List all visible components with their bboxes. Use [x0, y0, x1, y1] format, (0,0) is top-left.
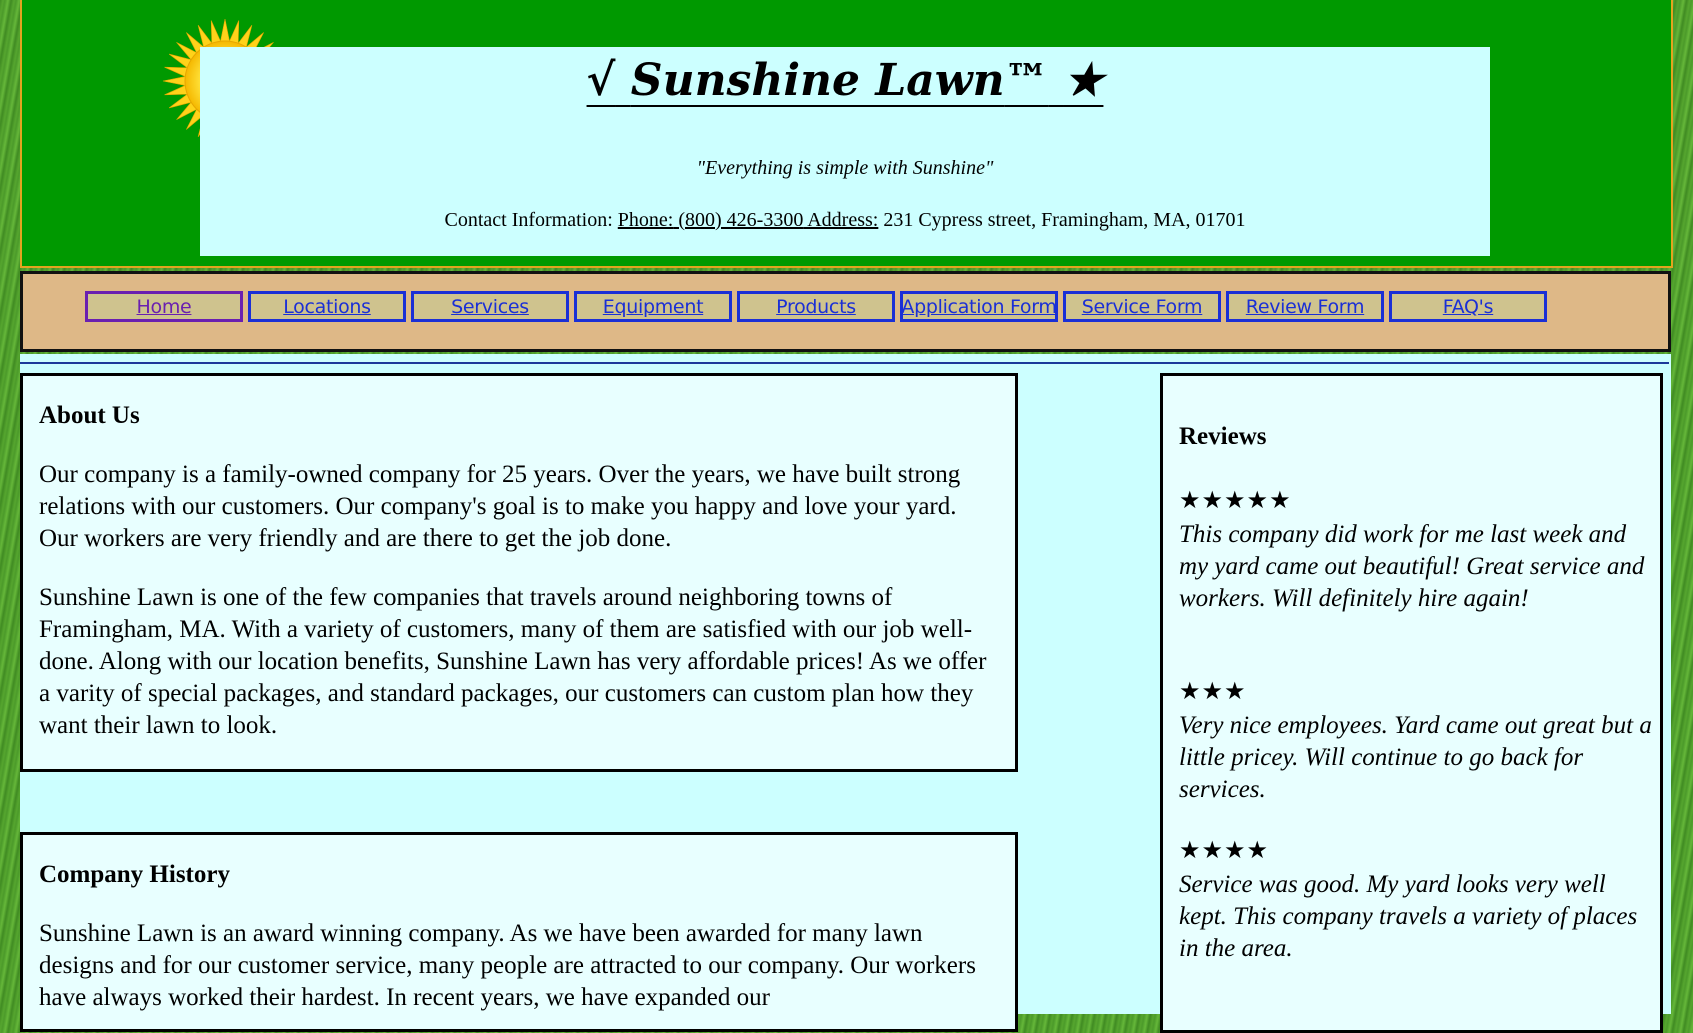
check-icon: √	[586, 55, 616, 106]
contact-prefix: Contact Information:	[444, 209, 618, 231]
page: √ Sunshine Lawn™ ★ "Everything is simple…	[20, 0, 1673, 1033]
phone-value: (800) 426-3300	[673, 209, 804, 231]
review-item: ★★★★★ This company did work for me last …	[1179, 487, 1654, 615]
review-item: ★★★ Very nice employees. Yard came out g…	[1179, 678, 1654, 806]
nav-faqs[interactable]: FAQ's	[1389, 291, 1547, 322]
about-paragraph-2: Sunshine Lawn is one of the few companie…	[39, 584, 987, 739]
history-paragraph-1: Sunshine Lawn is an award winning compan…	[39, 920, 976, 1011]
review-stars: ★★★★	[1179, 836, 1270, 864]
review-text: Service was good. My yard looks very wel…	[1179, 871, 1638, 962]
about-paragraph-1: Our company is a family-owned company fo…	[39, 461, 961, 552]
phone-label: Phone:	[617, 209, 674, 231]
nav-divider	[20, 362, 1669, 364]
review-text: This company did work for me last week a…	[1179, 521, 1645, 612]
nav-review-form[interactable]: Review Form	[1226, 291, 1384, 322]
nav-application-form[interactable]: Application Form	[900, 291, 1058, 322]
about-panel: About Us Our company is a family-owned c…	[20, 373, 1018, 772]
review-text: Very nice employees. Yard came out great…	[1179, 712, 1652, 803]
nav-links: Home Locations Services Equipment Produc…	[85, 291, 1547, 322]
review-stars: ★★★★★	[1179, 486, 1292, 514]
address-label: Address:	[803, 209, 879, 231]
review-stars: ★★★	[1179, 677, 1247, 705]
nav-service-form[interactable]: Service Form	[1063, 291, 1221, 322]
site-name: Sunshine Lawn	[630, 55, 1005, 106]
review-item: ★★★★ Service was good. My yard looks ver…	[1179, 837, 1654, 965]
star-icon: ★	[1063, 55, 1104, 106]
history-heading: Company History	[39, 861, 230, 888]
title-box: √ Sunshine Lawn™ ★ "Everything is simple…	[200, 47, 1490, 256]
reviews-heading: Reviews	[1179, 423, 1267, 450]
nav-locations[interactable]: Locations	[248, 291, 406, 322]
reviews-panel: Reviews ★★★★★ This company did work for …	[1160, 373, 1663, 1033]
trademark-symbol: ™	[1004, 55, 1049, 106]
contact-info: Contact Information: Phone: (800) 426-33…	[200, 209, 1490, 232]
about-heading: About Us	[39, 402, 140, 429]
nav-products[interactable]: Products	[737, 291, 895, 322]
history-panel: Company History Sunshine Lawn is an awar…	[20, 832, 1018, 1032]
nav-equipment[interactable]: Equipment	[574, 291, 732, 322]
site-title: √ Sunshine Lawn™ ★	[200, 55, 1490, 106]
site-header: √ Sunshine Lawn™ ★ "Everything is simple…	[20, 0, 1673, 268]
nav-bar: Home Locations Services Equipment Produc…	[20, 271, 1671, 352]
nav-services[interactable]: Services	[411, 291, 569, 322]
address-value: 231 Cypress street, Framingham, MA, 0170…	[878, 209, 1246, 231]
nav-home[interactable]: Home	[85, 291, 243, 322]
tagline: "Everything is simple with Sunshine"	[696, 157, 994, 179]
